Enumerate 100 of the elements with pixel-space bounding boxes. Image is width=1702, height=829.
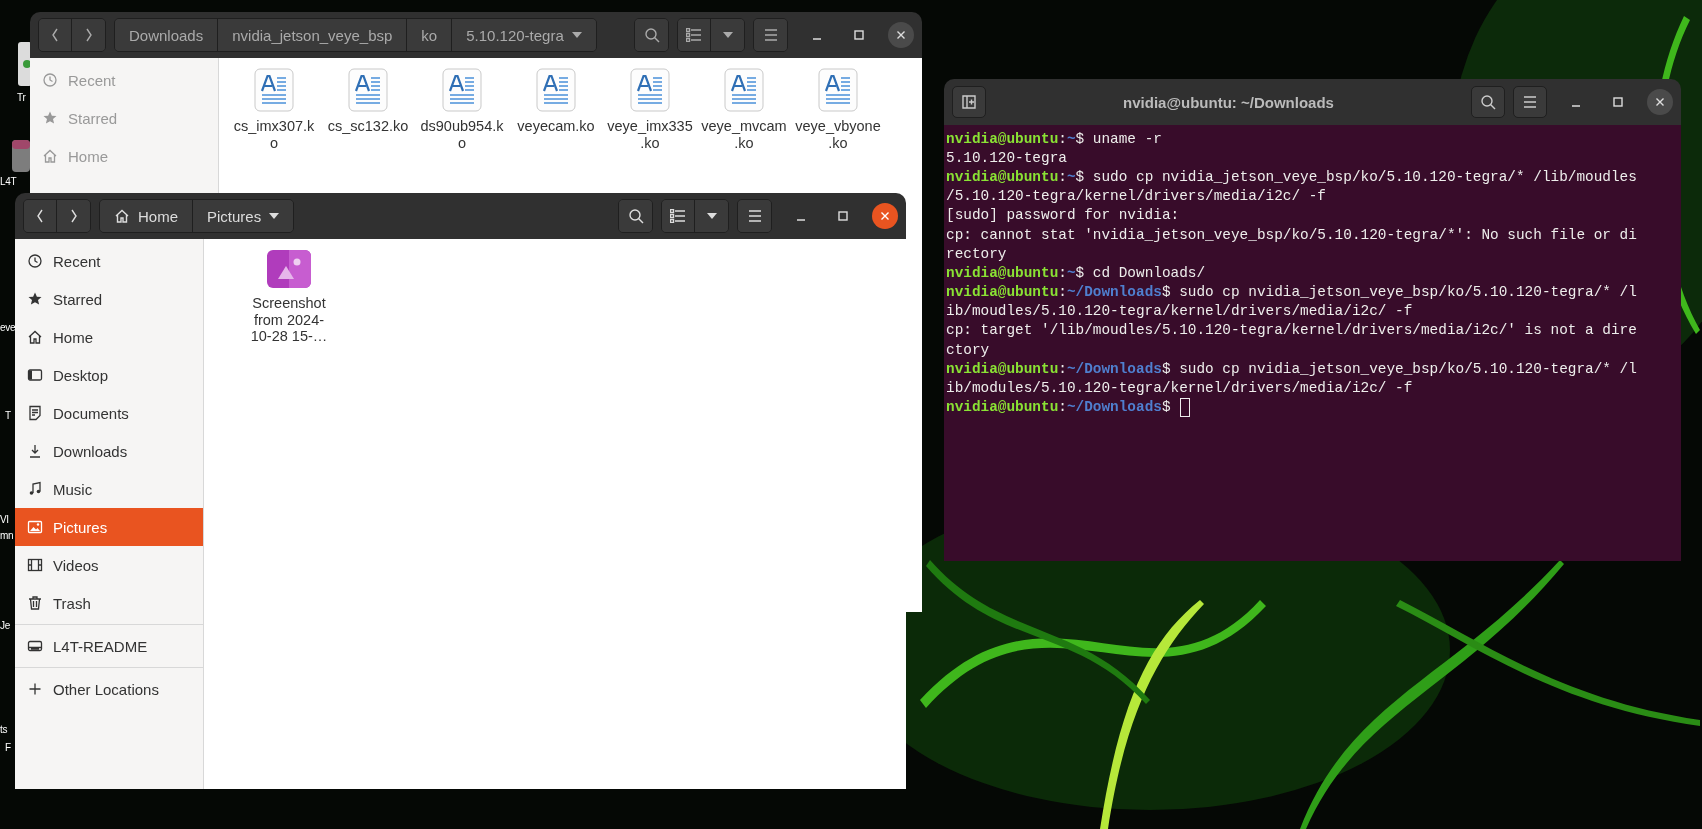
text-document-icon [536, 68, 576, 112]
terminal-line: ctory [946, 341, 990, 358]
sidebar-item[interactable]: Desktop [15, 356, 203, 394]
film-icon [27, 557, 43, 573]
path-button[interactable]: Home [100, 200, 193, 232]
terminal-line: rectory [946, 245, 1007, 262]
maximize-icon [854, 30, 864, 40]
view-options-button[interactable] [695, 200, 728, 232]
terminal-line: cp: cannot stat 'nvidia_jetson_veye_bsp/ko/5.10.120-tegra/*': No such file or di [946, 226, 1637, 243]
maximize-icon [838, 211, 848, 221]
file-name[interactable]: Screenshot from 2024-10-28 15-… [245, 295, 333, 345]
close-button[interactable] [872, 203, 898, 229]
file-name[interactable]: veye_mvcam.ko [700, 118, 788, 152]
new-tab-icon [961, 94, 977, 110]
plus-icon [27, 681, 43, 697]
minimize-icon [796, 219, 806, 221]
terminal-line: 5.10.120-tegra [946, 149, 1067, 166]
caret-icon [722, 32, 733, 38]
clock-icon [27, 253, 43, 269]
text-document-icon [630, 68, 670, 112]
home-icon [27, 329, 43, 345]
document-icon [27, 405, 43, 421]
text-document-icon [818, 68, 858, 112]
terminal-line: nvidia@ubuntu:~$ sudo cp nvidia_jetson_veye_bsp/ko/5.10.120-tegra/* /lib/moudles [946, 168, 1637, 185]
menu-icon [763, 29, 778, 41]
file-name[interactable]: cs_sc132.ko [324, 118, 412, 135]
desktop-icon-label: Je [0, 620, 10, 631]
menu-button[interactable] [1513, 86, 1547, 118]
file-name[interactable]: cs_imx307.ko [230, 118, 318, 152]
home-icon [114, 208, 130, 224]
maximize-icon [1613, 97, 1623, 107]
text-document-icon [442, 68, 482, 112]
star-icon [42, 110, 58, 126]
chevron-left-icon [50, 27, 60, 43]
list-view-button[interactable] [662, 200, 695, 232]
trash-icon [27, 595, 43, 611]
menu-icon [1523, 96, 1537, 108]
search-icon [643, 27, 660, 43]
sidebar-item[interactable]: Trash [15, 584, 203, 622]
list-icon [686, 28, 702, 42]
search-button[interactable] [619, 200, 652, 232]
back-button[interactable] [24, 200, 57, 232]
menu-button[interactable] [738, 200, 771, 232]
sidebar-item[interactable]: Pictures [15, 508, 203, 546]
close-icon [896, 30, 906, 40]
chevron-right-icon [83, 27, 94, 43]
text-document-icon [724, 68, 764, 112]
image-icon [27, 519, 43, 535]
desktop-icon-label: T [5, 410, 11, 421]
terminal-line: cp: target '/lib/moudles/5.10.120-tegra/kernel/drivers/media/i2c/' is not a dire [946, 322, 1637, 339]
new-tab-button[interactable] [952, 86, 986, 118]
desktop-icon-label: ts [0, 724, 8, 735]
path-button[interactable]: Pictures [193, 200, 294, 232]
terminal-line: nvidia@ubuntu:~/Downloads$ sudo cp nvidia_jetson_veye_bsp/ko/5.10.120-tegra/* /l [946, 360, 1637, 377]
sidebar-item[interactable]: Documents [15, 394, 203, 432]
file-name[interactable]: ds90ub954.ko [418, 118, 506, 152]
sidebar-item[interactable]: L4T-README [15, 627, 203, 665]
drive-icon [27, 638, 43, 654]
sidebar-item[interactable]: Downloads [15, 432, 203, 470]
search-icon [1480, 94, 1496, 110]
caret-icon [269, 213, 280, 219]
text-document-icon [348, 68, 388, 112]
search-button[interactable] [1471, 86, 1505, 118]
terminal-line: nvidia@ubuntu:~/Downloads$ [946, 399, 1171, 416]
caret-icon [571, 32, 582, 38]
terminal-line: [sudo] password for nvidia: [946, 207, 1180, 224]
sidebar-item[interactable]: Starred [15, 280, 203, 318]
close-button[interactable] [1647, 89, 1673, 115]
desktop-icon-label: eve [0, 322, 16, 333]
sidebar-item[interactable]: Videos [15, 546, 203, 584]
list-icon [670, 209, 686, 223]
sidebar-item[interactable]: Home [15, 318, 203, 356]
sidebar-item[interactable]: Music [15, 470, 203, 508]
file-name[interactable]: veye_imx335.ko [606, 118, 694, 152]
forward-button[interactable] [57, 200, 90, 232]
file-name[interactable]: veyecam.ko [512, 118, 600, 135]
minimize-icon [1571, 105, 1581, 107]
terminal-line: nvidia@ubuntu:~$ cd Downloads/ [946, 264, 1206, 281]
desktop-icon-label: VI [0, 514, 9, 525]
terminal-line: nvidia@ubuntu:~/Downloads$ sudo cp nvidia_jetson_veye_bsp/ko/5.10.120-tegra/* /l [946, 284, 1637, 301]
sidebar-item[interactable]: Recent [15, 242, 203, 280]
terminal-line: ib/modules/5.10.120-tegra/kernel/drivers/media/i2c/ -f [946, 380, 1413, 397]
close-icon [1655, 97, 1665, 107]
text-document-icon [254, 68, 294, 112]
minimize-icon [812, 38, 822, 40]
terminal-line: ib/moudles/5.10.120-tegra/kernel/drivers/media/i2c/ -f [946, 303, 1413, 320]
home-icon [42, 148, 58, 164]
music-icon [27, 481, 43, 497]
search-icon [627, 208, 644, 224]
caret-icon [706, 213, 717, 219]
window-title: nvidia@ubuntu: ~/Downloads [1122, 93, 1335, 111]
file-name[interactable]: veye_vbyone.ko [794, 118, 882, 152]
terminal-line: /5.10.120-tegra/kernel/drivers/media/i2c/ -f [946, 188, 1326, 205]
terminal-line: nvidia@ubuntu:~$ uname -r [946, 130, 1162, 147]
download-icon [27, 443, 43, 459]
desktop-icon-label: Tr [17, 92, 26, 103]
sidebar-item[interactable]: Other Locations [15, 670, 203, 708]
star-icon [27, 291, 43, 307]
clock-icon [42, 72, 58, 88]
image-file-icon [266, 249, 312, 289]
